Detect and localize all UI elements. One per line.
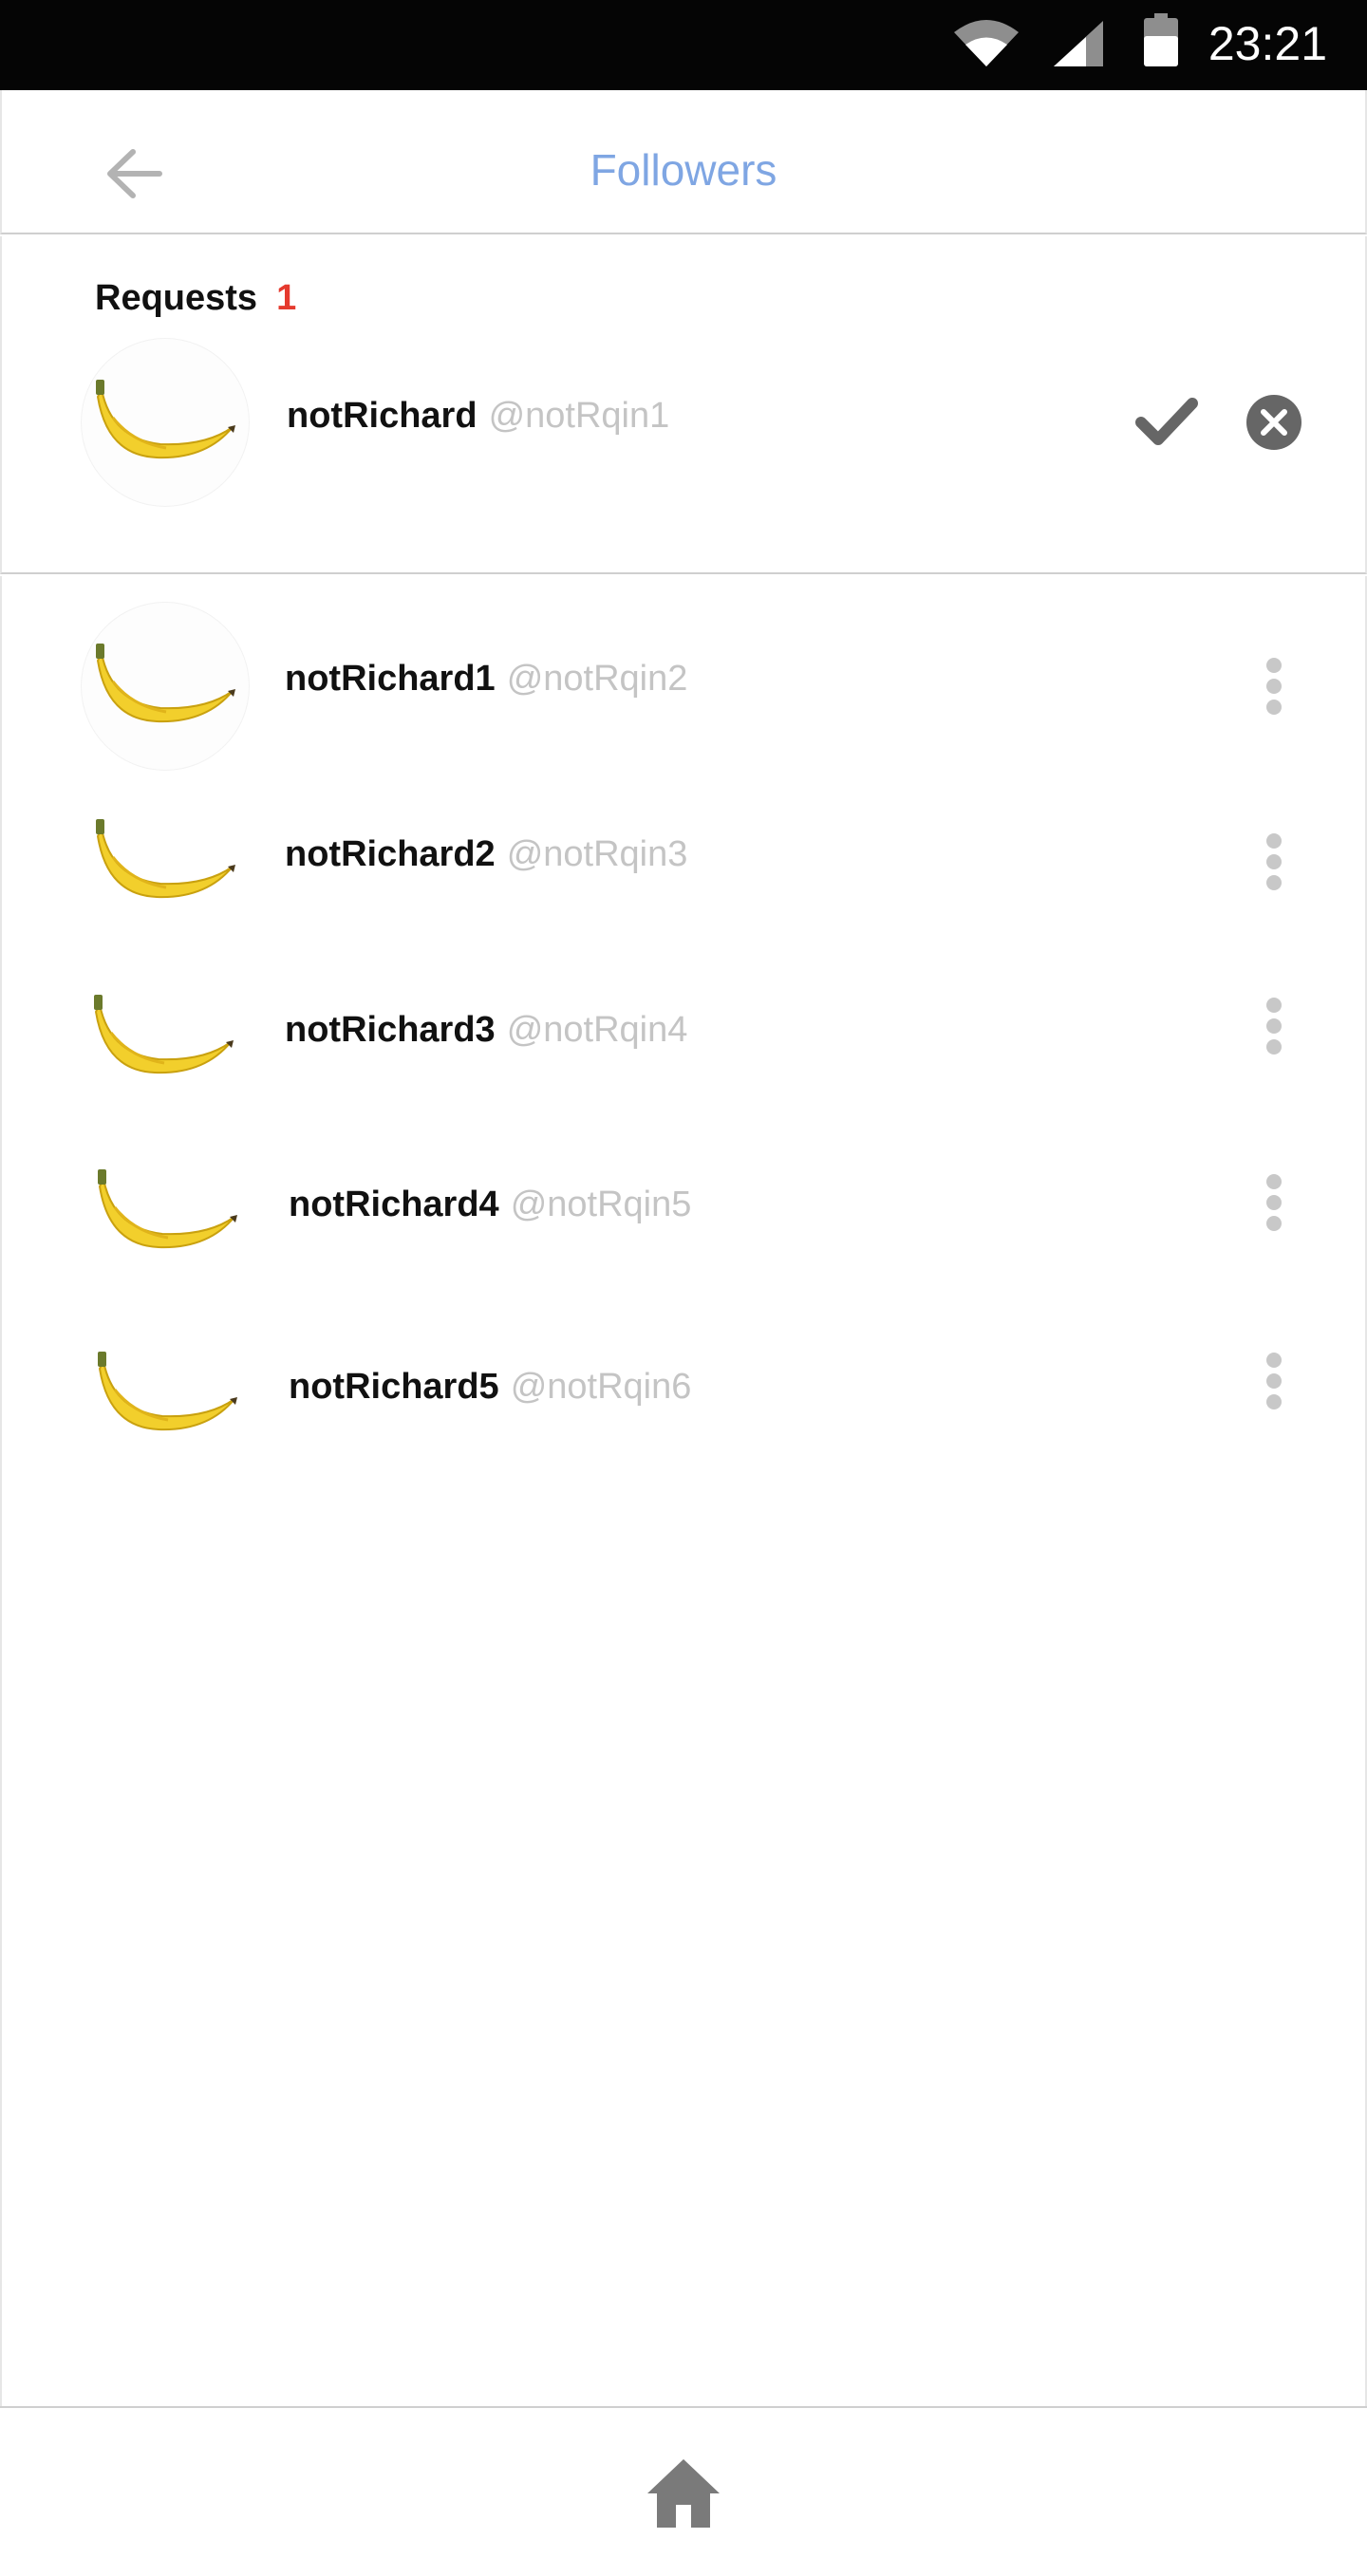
request-user-name[interactable]: notRichard xyxy=(287,396,478,436)
request-row[interactable]: notRichard @notRqin1 xyxy=(2,339,1365,506)
signal-icon xyxy=(1054,21,1103,66)
reject-request-button[interactable] xyxy=(1242,390,1306,455)
follower-menu-button[interactable] xyxy=(1253,1347,1295,1415)
follower-menu-button[interactable] xyxy=(1253,1168,1295,1237)
follower-row[interactable]: notRichard5 @notRqin6 xyxy=(2,1322,1365,1465)
more-vertical-icon xyxy=(1266,998,1282,1055)
banana-avatar-icon xyxy=(94,995,234,1074)
requests-heading: Requests 1 xyxy=(95,274,296,322)
banana-avatar-icon xyxy=(96,644,235,723)
status-bar: 23:21 xyxy=(0,0,1367,90)
follower-name[interactable]: notRichard5 xyxy=(289,1367,499,1407)
follower-handle: @notRqin2 xyxy=(506,659,688,699)
home-button[interactable] xyxy=(646,2455,721,2531)
requests-label: Requests xyxy=(95,278,258,318)
follower-handle: @notRqin6 xyxy=(510,1367,692,1407)
requests-count-badge: 1 xyxy=(276,278,297,318)
battery-icon xyxy=(1144,13,1178,66)
follower-menu-button[interactable] xyxy=(1253,828,1295,896)
followers-list: notRichard1 @notRqin2 notRichard2 @notRqin… xyxy=(0,576,1367,2408)
follower-handle: @notRqin5 xyxy=(510,1185,692,1224)
follower-row[interactable]: notRichard2 @notRqin3 xyxy=(2,790,1365,932)
home-icon xyxy=(647,2459,720,2528)
more-vertical-icon xyxy=(1266,658,1282,715)
app-bar: Followers xyxy=(0,90,1367,234)
close-circle-icon xyxy=(1246,395,1301,450)
avatar[interactable] xyxy=(84,1129,251,1296)
avatar[interactable] xyxy=(82,339,249,506)
more-vertical-icon xyxy=(1266,1174,1282,1231)
more-vertical-icon xyxy=(1266,1353,1282,1409)
more-vertical-icon xyxy=(1266,833,1282,890)
follower-menu-button[interactable] xyxy=(1253,992,1295,1060)
follower-row[interactable]: notRichard4 @notRqin5 xyxy=(2,1140,1365,1282)
request-user-handle: @notRqin1 xyxy=(488,396,670,436)
bottom-nav xyxy=(0,2406,1367,2576)
follower-row[interactable]: notRichard1 @notRqin2 xyxy=(2,603,1365,770)
follower-handle: @notRqin3 xyxy=(506,834,688,874)
page-title: Followers xyxy=(590,145,777,195)
avatar[interactable] xyxy=(82,778,249,945)
requests-section: Requests 1 notRichard @notRqin1 xyxy=(0,236,1367,574)
follower-name[interactable]: notRichard3 xyxy=(285,1010,496,1050)
wifi-icon xyxy=(954,20,1019,66)
status-time: 23:21 xyxy=(1208,17,1327,70)
banana-avatar-icon xyxy=(98,1352,237,1431)
check-icon xyxy=(1135,398,1198,445)
follower-handle: @notRqin4 xyxy=(506,1010,688,1050)
banana-avatar-icon xyxy=(96,819,235,899)
avatar[interactable] xyxy=(80,954,247,1121)
follower-name[interactable]: notRichard4 xyxy=(289,1185,499,1224)
avatar[interactable] xyxy=(82,603,249,770)
follower-row[interactable]: notRichard3 @notRqin4 xyxy=(2,965,1365,1108)
banana-avatar-icon xyxy=(96,380,235,459)
follower-menu-button[interactable] xyxy=(1253,652,1295,720)
follower-name[interactable]: notRichard2 xyxy=(285,834,496,874)
avatar[interactable] xyxy=(84,1311,251,1478)
follower-name[interactable]: notRichard1 xyxy=(285,659,496,699)
banana-avatar-icon xyxy=(98,1169,237,1249)
accept-request-button[interactable] xyxy=(1133,388,1200,455)
